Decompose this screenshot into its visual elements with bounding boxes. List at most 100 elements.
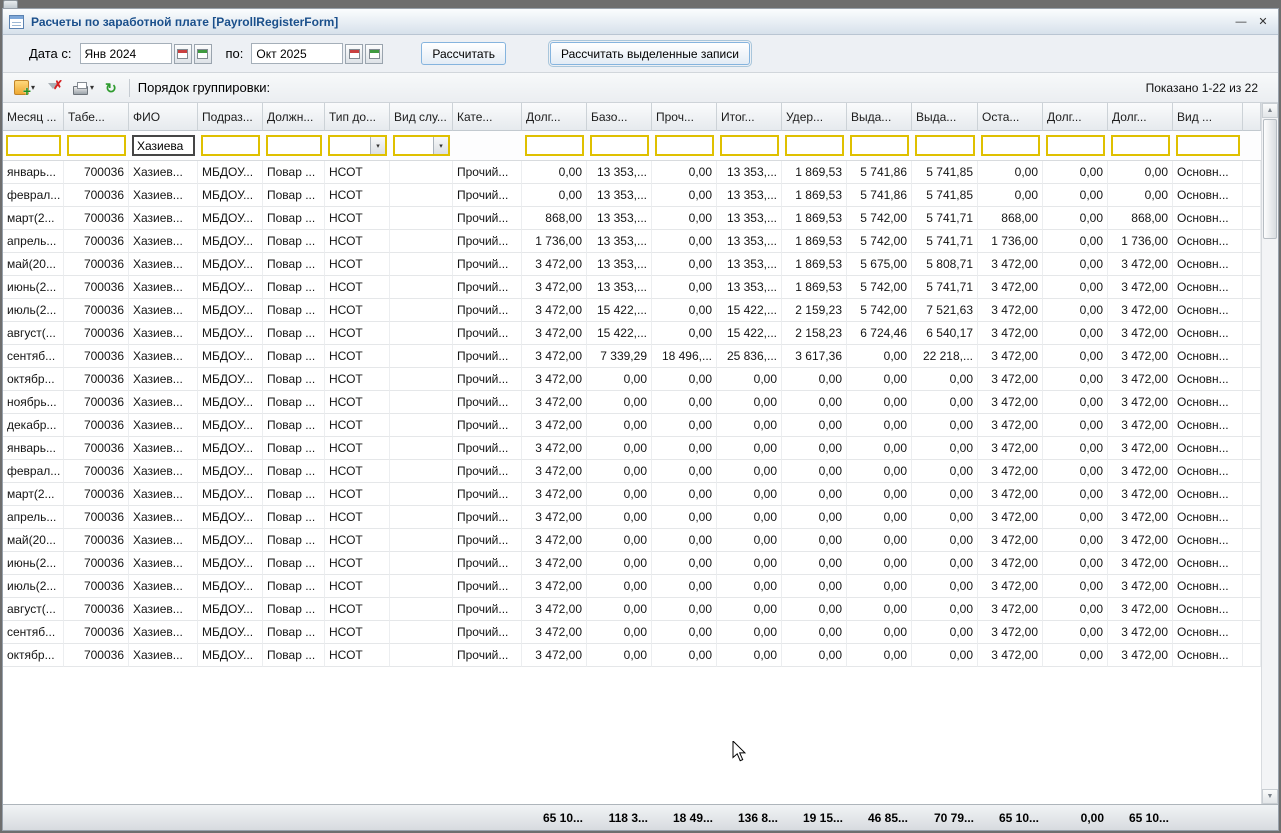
column-header[interactable]: Вид ... [1173, 103, 1243, 131]
vertical-scrollbar[interactable]: ▲ ▼ [1261, 103, 1278, 804]
date-to-picker-button[interactable] [365, 44, 383, 64]
table-row[interactable]: ноябрь...700036Хазиев...МБДОУ...Повар ..… [3, 391, 1261, 414]
filter-input[interactable] [1176, 135, 1240, 156]
refresh-button[interactable]: ↻ [102, 77, 120, 99]
table-row[interactable]: сентяб...700036Хазиев...МБДОУ...Повар ..… [3, 345, 1261, 368]
table-cell: 0,00 [1043, 345, 1108, 368]
table-row[interactable]: июнь(2...700036Хазиев...МБДОУ...Повар ..… [3, 276, 1261, 299]
column-header[interactable]: Подраз... [198, 103, 263, 131]
column-header[interactable]: Итог... [717, 103, 782, 131]
column-header[interactable]: Долг... [1108, 103, 1173, 131]
table-cell: Основн... [1173, 391, 1243, 414]
table-cell: 0,00 [912, 483, 978, 506]
filter-input[interactable] [981, 135, 1040, 156]
table-cell: 0,00 [587, 644, 652, 667]
minimize-button[interactable]: — [1232, 14, 1250, 30]
table-cell: 0,00 [652, 598, 717, 621]
clear-filter-button[interactable]: ✗ [43, 77, 65, 99]
table-cell: 0,00 [717, 437, 782, 460]
filter-input[interactable] [1046, 135, 1105, 156]
scroll-down-arrow[interactable]: ▼ [1262, 789, 1278, 804]
table-cell: 3 472,00 [522, 368, 587, 391]
column-header[interactable]: Выда... [847, 103, 912, 131]
column-header[interactable]: Должн... [263, 103, 325, 131]
calculate-selected-button[interactable]: Рассчитать выделенные записи [550, 42, 750, 65]
filter-select[interactable]: ▾ [328, 135, 387, 156]
date-from-picker-button[interactable] [194, 44, 212, 64]
date-to-input[interactable] [251, 43, 343, 64]
filter-input[interactable] [6, 135, 61, 156]
table-row[interactable]: апрель...700036Хазиев...МБДОУ...Повар ..… [3, 230, 1261, 253]
table-cell: Прочий... [453, 414, 522, 437]
table-row[interactable]: феврал...700036Хазиев...МБДОУ...Повар ..… [3, 184, 1261, 207]
table-cell: Повар ... [263, 529, 325, 552]
table-row[interactable]: март(2...700036Хазиев...МБДОУ...Повар ..… [3, 483, 1261, 506]
chevron-down-icon: ▾ [433, 137, 448, 154]
date-to-calendar-button[interactable] [345, 44, 363, 64]
column-header[interactable]: Базо... [587, 103, 652, 131]
table-cell: 3 472,00 [978, 322, 1043, 345]
scrollbar-thumb[interactable] [1263, 119, 1277, 239]
scroll-up-arrow[interactable]: ▲ [1262, 103, 1278, 118]
table-row[interactable]: апрель...700036Хазиев...МБДОУ...Повар ..… [3, 506, 1261, 529]
filter-input[interactable] [67, 135, 126, 156]
table-row[interactable]: май(20...700036Хазиев...МБДОУ...Повар ..… [3, 253, 1261, 276]
table-cell: 0,00 [912, 414, 978, 437]
filter-input[interactable] [655, 135, 714, 156]
table-row[interactable]: январь...700036Хазиев...МБДОУ...Повар ..… [3, 437, 1261, 460]
date-from-calendar-button[interactable] [174, 44, 192, 64]
table-row[interactable]: июль(2...700036Хазиев...МБДОУ...Повар ..… [3, 575, 1261, 598]
add-record-button[interactable]: ▾ [11, 77, 38, 99]
table-row[interactable]: август(...700036Хазиев...МБДОУ...Повар .… [3, 322, 1261, 345]
filter-input[interactable] [590, 135, 649, 156]
table-cell-filler [1243, 368, 1261, 391]
date-from-input[interactable] [80, 43, 172, 64]
table-row[interactable]: октябр...700036Хазиев...МБДОУ...Повар ..… [3, 368, 1261, 391]
filter-input[interactable] [266, 135, 322, 156]
filter-input[interactable] [132, 135, 195, 156]
column-header[interactable]: Оста... [978, 103, 1043, 131]
filter-select[interactable]: ▾ [393, 135, 450, 156]
close-button[interactable]: ✕ [1254, 14, 1272, 30]
filter-input[interactable] [201, 135, 260, 156]
table-row[interactable]: октябр...700036Хазиев...МБДОУ...Повар ..… [3, 644, 1261, 667]
column-header[interactable]: Вид слу... [390, 103, 453, 131]
column-header[interactable]: Удер... [782, 103, 847, 131]
filter-input[interactable] [915, 135, 975, 156]
table-cell: Прочий... [453, 598, 522, 621]
column-header[interactable]: Долг... [1043, 103, 1108, 131]
table-row[interactable]: феврал...700036Хазиев...МБДОУ...Повар ..… [3, 460, 1261, 483]
table-cell: 3 472,00 [978, 414, 1043, 437]
column-header[interactable]: Долг... [522, 103, 587, 131]
filter-input[interactable] [850, 135, 909, 156]
column-header[interactable]: Месяц ... [3, 103, 64, 131]
table-cell: 0,00 [1043, 598, 1108, 621]
column-header[interactable]: Тип до... [325, 103, 390, 131]
table-cell: Прочий... [453, 207, 522, 230]
table-row[interactable]: август(...700036Хазиев...МБДОУ...Повар .… [3, 598, 1261, 621]
table-row[interactable]: июнь(2...700036Хазиев...МБДОУ...Повар ..… [3, 552, 1261, 575]
table-row[interactable]: сентяб...700036Хазиев...МБДОУ...Повар ..… [3, 621, 1261, 644]
table-row[interactable]: июль(2...700036Хазиев...МБДОУ...Повар ..… [3, 299, 1261, 322]
column-header[interactable]: Выда... [912, 103, 978, 131]
table-row[interactable]: январь...700036Хазиев...МБДОУ...Повар ..… [3, 161, 1261, 184]
filter-input[interactable] [525, 135, 584, 156]
calculate-button[interactable]: Рассчитать [421, 42, 506, 65]
column-header[interactable]: Проч... [652, 103, 717, 131]
window-titlebar[interactable]: Расчеты по заработной плате [PayrollRegi… [3, 9, 1278, 35]
table-cell: Повар ... [263, 506, 325, 529]
column-header[interactable]: Табе... [64, 103, 129, 131]
filter-input[interactable] [720, 135, 779, 156]
column-header[interactable]: Кате... [453, 103, 522, 131]
print-button[interactable]: ▾ [70, 77, 97, 99]
filter-input[interactable] [785, 135, 844, 156]
table-row[interactable]: май(20...700036Хазиев...МБДОУ...Повар ..… [3, 529, 1261, 552]
table-row[interactable]: декабр...700036Хазиев...МБДОУ...Повар ..… [3, 414, 1261, 437]
calendar-icon [369, 49, 380, 59]
table-cell [390, 483, 453, 506]
column-header[interactable]: ФИО [129, 103, 198, 131]
table-cell: май(20... [3, 253, 64, 276]
filter-input[interactable] [1111, 135, 1170, 156]
table-cell: 0,00 [587, 552, 652, 575]
table-row[interactable]: март(2...700036Хазиев...МБДОУ...Повар ..… [3, 207, 1261, 230]
